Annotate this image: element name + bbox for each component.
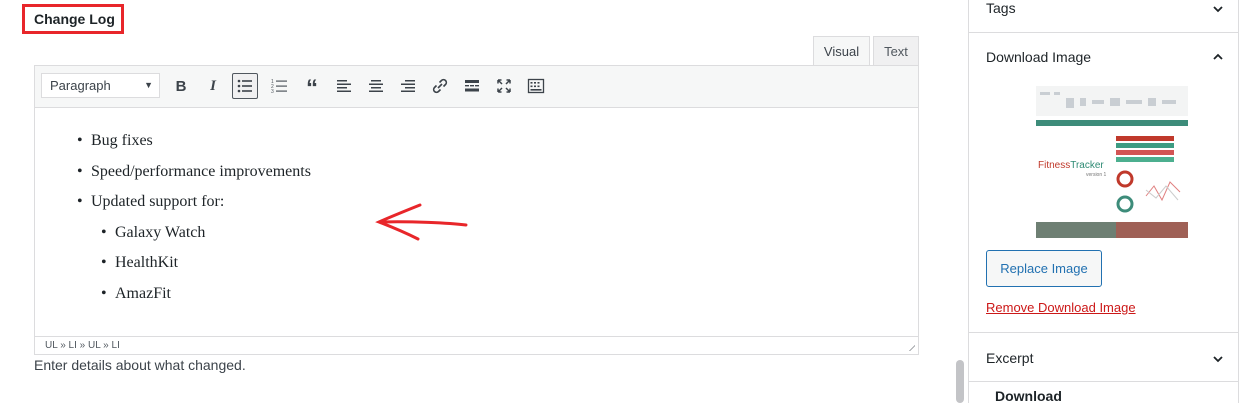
tab-visual[interactable]: Visual bbox=[813, 36, 870, 66]
align-right-button[interactable] bbox=[395, 73, 421, 99]
nested-list-item: AmazFit bbox=[101, 285, 171, 303]
download-image-thumbnail[interactable]: FitnessTracker version 1 bbox=[1036, 86, 1188, 238]
align-right-icon bbox=[401, 80, 415, 92]
list-item: Speed/performance improvements bbox=[77, 163, 311, 181]
thumbnail-version: version 1 bbox=[1086, 172, 1107, 178]
download-image-panel-title[interactable]: Download Image bbox=[986, 49, 1091, 65]
annotation-arrow-icon bbox=[375, 203, 468, 241]
fullscreen-icon bbox=[497, 79, 511, 93]
replace-image-button[interactable]: Replace Image bbox=[986, 250, 1102, 287]
page-scrollbar[interactable] bbox=[956, 360, 964, 403]
format-select[interactable]: Paragraph ▼ bbox=[41, 73, 160, 98]
remove-download-image-link[interactable]: Remove Download Image bbox=[986, 300, 1136, 315]
blockquote-button[interactable]: “ bbox=[299, 73, 325, 102]
numbered-list-button[interactable]: 123 bbox=[267, 73, 293, 99]
divider bbox=[969, 32, 1238, 33]
nested-list-item: Galaxy Watch bbox=[101, 224, 205, 242]
link-button[interactable] bbox=[427, 73, 453, 99]
numbered-list-icon: 123 bbox=[271, 79, 287, 95]
toolbar-toggle-button[interactable] bbox=[523, 73, 549, 99]
element-path: UL » LI » UL » LI bbox=[35, 336, 918, 354]
fullscreen-button[interactable] bbox=[491, 73, 517, 99]
align-left-icon bbox=[337, 80, 351, 92]
download-panel-label: Download bbox=[995, 388, 1062, 404]
svg-text:3: 3 bbox=[271, 89, 274, 95]
chevron-up-icon[interactable] bbox=[1212, 51, 1224, 63]
change-log-heading: Change Log bbox=[22, 4, 124, 34]
italic-button[interactable]: I bbox=[200, 73, 226, 99]
italic-icon: I bbox=[210, 77, 216, 94]
list-item: Updated support for: bbox=[77, 193, 224, 211]
tab-text[interactable]: Text bbox=[873, 36, 919, 66]
bullet-list-icon bbox=[237, 79, 252, 93]
element-path-text: UL » LI » UL » LI bbox=[45, 340, 120, 351]
thumbnail-image: FitnessTracker version 1 bbox=[1036, 86, 1188, 238]
read-more-icon bbox=[465, 80, 479, 92]
bullet-list-button[interactable] bbox=[232, 73, 258, 99]
chevron-down-icon[interactable] bbox=[1212, 353, 1224, 365]
format-select-value: Paragraph bbox=[50, 78, 111, 93]
align-center-icon bbox=[369, 80, 383, 92]
link-icon bbox=[432, 78, 448, 94]
thumbnail-brand-b: Tracker bbox=[1070, 160, 1104, 171]
change-log-editor: Paragraph ▼ B I 123 “ • Bug fixes • Spee… bbox=[34, 65, 919, 355]
thumbnail-brand-a: Fitness bbox=[1038, 160, 1070, 171]
bold-button[interactable]: B bbox=[168, 73, 194, 99]
list-item: Bug fixes bbox=[77, 132, 153, 150]
editor-content[interactable]: Bug fixes Speed/performance improvements… bbox=[35, 108, 918, 336]
help-text: Enter details about what changed. bbox=[34, 357, 246, 373]
resize-handle[interactable] bbox=[907, 343, 915, 351]
align-center-button[interactable] bbox=[363, 73, 389, 99]
excerpt-panel-title[interactable]: Excerpt bbox=[986, 350, 1033, 366]
read-more-button[interactable] bbox=[459, 73, 485, 99]
chevron-down-icon[interactable] bbox=[1212, 3, 1224, 15]
align-left-button[interactable] bbox=[331, 73, 357, 99]
toolbar-toggle-icon bbox=[527, 78, 545, 94]
divider bbox=[969, 381, 1238, 382]
sidebar: Tags Download Image FitnessTracker versi… bbox=[968, 0, 1239, 404]
blockquote-icon: “ bbox=[306, 75, 318, 102]
nested-list-item: HealthKit bbox=[101, 254, 178, 272]
chevron-down-icon: ▼ bbox=[144, 80, 153, 90]
editor-toolbar: Paragraph ▼ B I 123 “ bbox=[35, 66, 918, 108]
divider bbox=[969, 332, 1238, 333]
svg-text:FitnessTracker: FitnessTracker bbox=[1038, 160, 1104, 171]
tags-panel-title[interactable]: Tags bbox=[986, 0, 1016, 16]
bold-icon: B bbox=[175, 77, 187, 95]
